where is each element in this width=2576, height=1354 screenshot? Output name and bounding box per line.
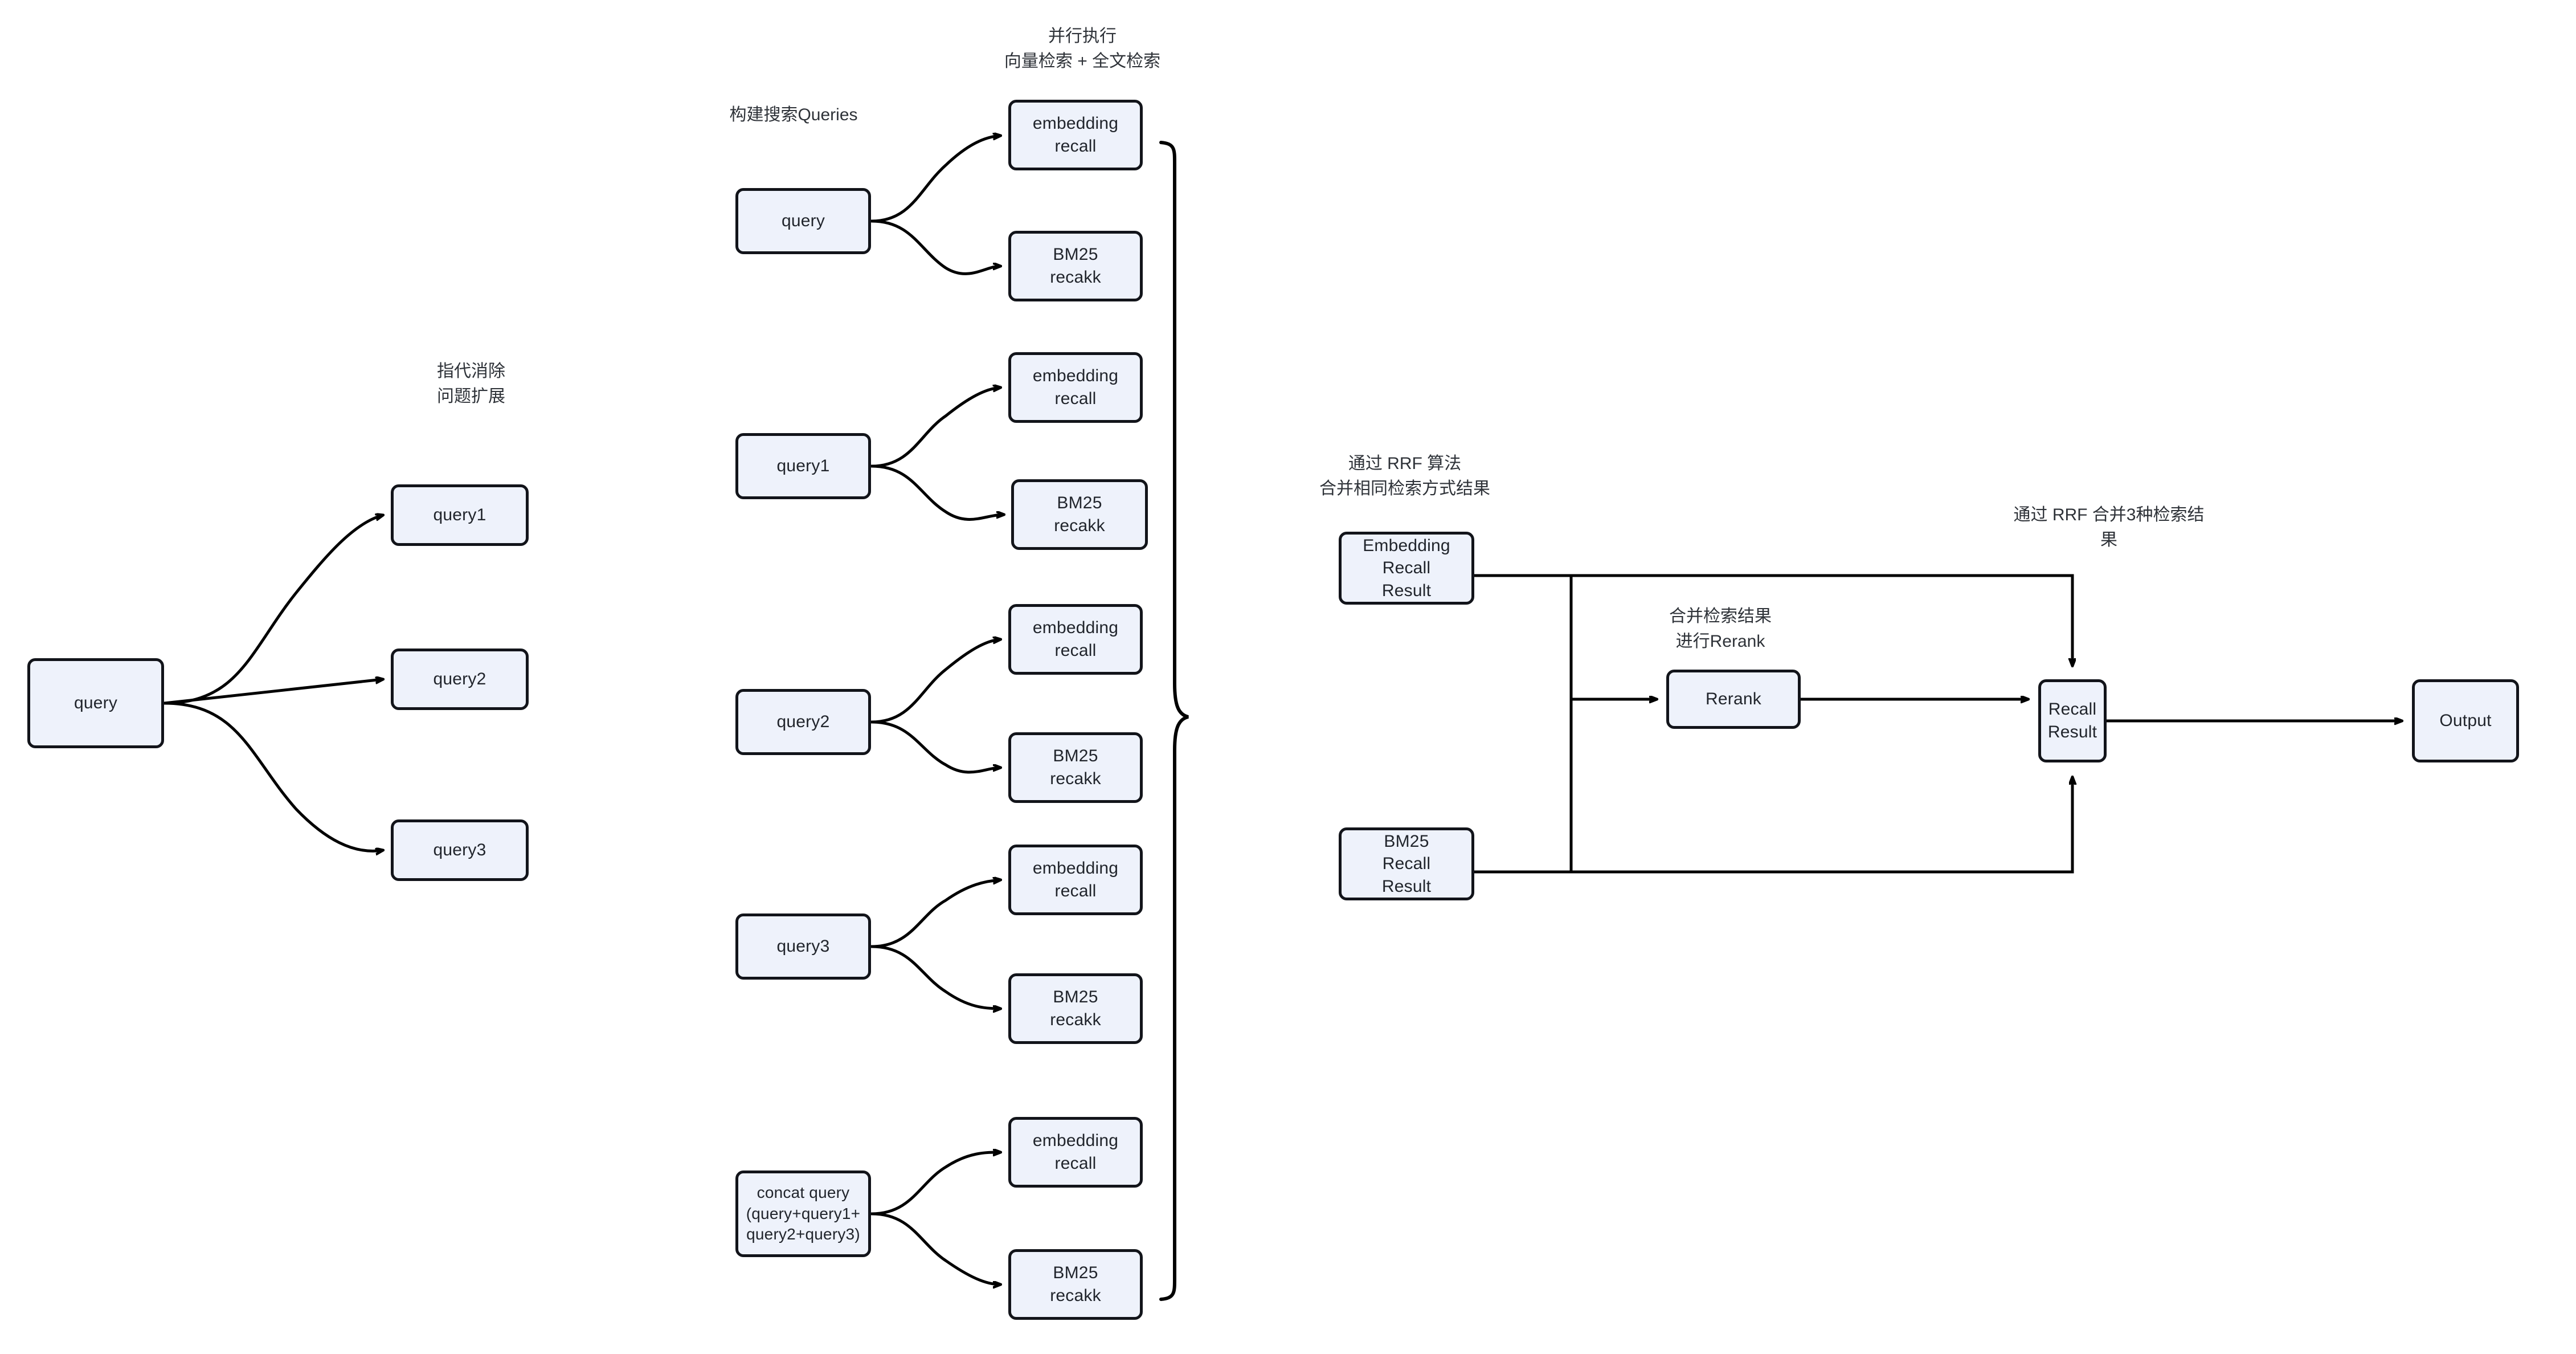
- edge-concat-to-emb5: [870, 1152, 1000, 1216]
- node-query3[interactable]: query3: [391, 819, 529, 881]
- edge-midquery3-to-bm4: [870, 945, 1000, 1009]
- node-mid-query[interactable]: query: [735, 188, 871, 254]
- caption-build-queries: 构建搜索Queries: [729, 105, 858, 124]
- node-query2[interactable]: query2: [391, 649, 529, 710]
- node-rerank[interactable]: Rerank: [1666, 670, 1801, 729]
- edge-midquery3-to-emb4: [870, 880, 1000, 948]
- node-embedding-recall-4[interactable]: embedding recall: [1008, 845, 1143, 915]
- edge-midquery1-to-emb2: [870, 388, 1000, 468]
- node-concat-query[interactable]: concat query (query+query1+ query2+query…: [735, 1171, 871, 1257]
- node-embedding-recall-1[interactable]: embedding recall: [1008, 100, 1143, 170]
- edge-midquery2-to-emb3: [870, 639, 1000, 724]
- node-bm25-recall-2[interactable]: BM25 recakk: [1011, 479, 1148, 550]
- caption-coref-expand: 指代消除 问题扩展: [437, 362, 505, 406]
- edge-query-to-query1: [162, 515, 383, 705]
- edge-midquery-to-emb1: [870, 136, 1000, 223]
- node-query1[interactable]: query1: [391, 484, 529, 546]
- node-embedding-recall-2[interactable]: embedding recall: [1008, 352, 1143, 423]
- caption-rrf-merge-same: 通过 RRF 算法 合并相同检索方式结果: [1319, 454, 1490, 498]
- node-bm25-recall-1[interactable]: BM25 recakk: [1008, 231, 1143, 301]
- caption-merge-rerank: 合并检索结果 进行Rerank: [1669, 607, 1772, 651]
- caption-parallel-exec: 并行执行 向量检索 + 全文检索: [1004, 27, 1161, 71]
- node-recall-result[interactable]: Recall Result: [2038, 679, 2107, 762]
- edge-midquery2-to-bm3: [870, 720, 1000, 774]
- edge-query-to-query3: [162, 702, 383, 851]
- node-embedding-recall-3[interactable]: embedding recall: [1008, 604, 1143, 675]
- node-bm25-recall-5[interactable]: BM25 recakk: [1008, 1249, 1143, 1320]
- node-bm25-recall-3[interactable]: BM25 recakk: [1008, 732, 1143, 803]
- edge-midquery-to-bm1: [870, 219, 1000, 275]
- node-mid-query3[interactable]: query3: [735, 913, 871, 980]
- node-bm25-recall-result[interactable]: BM25 Recall Result: [1339, 827, 1474, 900]
- recall-group-brace: [1159, 141, 1189, 1301]
- node-mid-query2[interactable]: query2: [735, 689, 871, 755]
- node-output[interactable]: Output: [2412, 679, 2519, 762]
- edge-midquery1-to-bm2: [870, 464, 1004, 521]
- caption-rrf-merge-three: 通过 RRF 合并3种检索结果: [2013, 505, 2205, 549]
- edge-concat-to-bm5: [870, 1212, 1000, 1284]
- node-mid-query1[interactable]: query1: [735, 433, 871, 499]
- diagram-canvas: 指代消除 问题扩展 构建搜索Queries 并行执行 向量检索 + 全文检索 通…: [0, 0, 2576, 1354]
- edge-query-to-query2: [162, 679, 383, 705]
- node-embedding-recall-5[interactable]: embedding recall: [1008, 1117, 1143, 1188]
- node-bm25-recall-4[interactable]: BM25 recakk: [1008, 973, 1143, 1044]
- edge-bm25-result-to-recall-result: [1473, 777, 2072, 874]
- node-embedding-recall-result[interactable]: Embedding Recall Result: [1339, 532, 1474, 605]
- connector-layer: [162, 0, 2576, 1301]
- node-query-root[interactable]: query: [27, 658, 164, 748]
